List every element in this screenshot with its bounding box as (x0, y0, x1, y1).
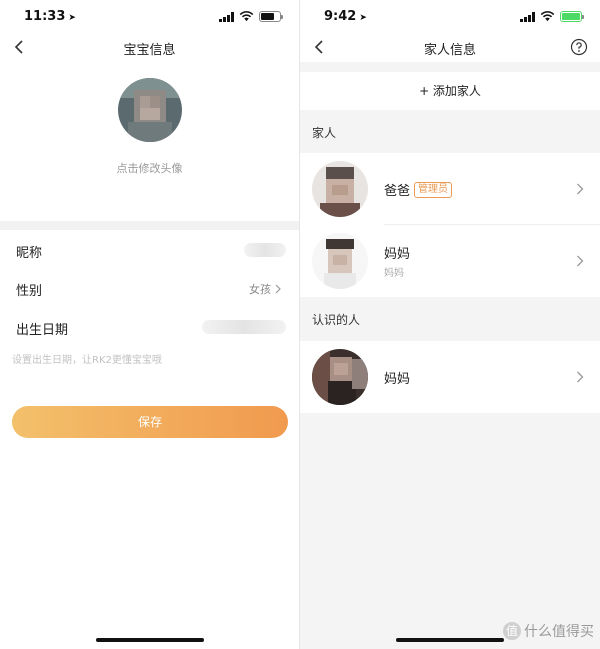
battery-icon (259, 11, 283, 22)
family-member-row[interactable]: 妈妈 妈妈 (300, 225, 600, 297)
avatar (312, 349, 368, 405)
home-indicator (96, 638, 204, 642)
page-title: 宝宝信息 (123, 43, 176, 58)
nickname-value[interactable] (244, 243, 286, 257)
location-arrow-icon: ➤ (359, 13, 367, 23)
chevron-right-icon (577, 255, 584, 267)
known-person-row[interactable]: 妈妈 (300, 341, 600, 413)
signal-icon (219, 11, 234, 22)
member-relation: 妈妈 (384, 268, 404, 279)
watermark: 值 什么值得买 (503, 621, 594, 641)
change-avatar-hint[interactable]: 点击修改头像 (0, 160, 299, 176)
birthday-label: 出生日期 (16, 323, 69, 338)
status-time: 11:33 ➤ (24, 9, 76, 24)
page-title: 家人信息 (423, 43, 476, 58)
navigation-bar: 家人信息 (300, 34, 600, 62)
nickname-label: 昵称 (16, 246, 43, 261)
avatar (312, 161, 368, 217)
wifi-icon (540, 11, 555, 22)
chevron-right-icon (577, 371, 584, 383)
family-section-title: 家人 (312, 126, 337, 140)
watermark-text: 什么值得买 (524, 624, 594, 640)
avatar (312, 233, 368, 289)
signal-icon (520, 11, 535, 22)
watermark-logo: 值 (503, 622, 521, 640)
member-name: 妈妈 (384, 247, 411, 262)
status-bar: 9:42 ➤ (300, 0, 600, 34)
chevron-right-icon (275, 284, 281, 294)
avatar-image (118, 78, 182, 142)
home-indicator (396, 638, 504, 642)
member-name: 爸爸 (384, 184, 411, 199)
gender-selector[interactable]: 女孩 (249, 281, 281, 297)
birthday-hint: 设置出生日期，让RK2更懂宝宝哦 (12, 355, 162, 366)
section-divider (0, 221, 299, 230)
family-info-screen: 9:42 ➤ 家人信息 + 添加家人 家人 爸爸 管理员 妈妈 妈妈 认识的人 … (300, 0, 600, 649)
birthday-value[interactable] (202, 320, 286, 334)
family-member-row[interactable]: 爸爸 管理员 (300, 153, 600, 225)
gender-label: 性别 (16, 284, 43, 299)
status-bar: 11:33 ➤ (0, 0, 299, 34)
location-arrow-icon: ➤ (68, 13, 76, 23)
known-people-section-title: 认识的人 (312, 313, 361, 327)
admin-badge: 管理员 (414, 181, 453, 198)
baby-avatar[interactable] (118, 78, 182, 142)
battery-icon (560, 11, 584, 22)
add-family-member-button[interactable]: + 添加家人 (300, 72, 600, 110)
navigation-bar: 宝宝信息 (0, 34, 299, 62)
wifi-icon (239, 11, 254, 22)
save-button[interactable]: 保存 (12, 406, 288, 438)
status-time: 9:42 ➤ (324, 9, 367, 24)
member-name: 妈妈 (384, 372, 411, 387)
gender-value: 女孩 (249, 283, 271, 296)
help-circle-icon[interactable] (570, 38, 588, 56)
chevron-right-icon (577, 183, 584, 195)
baby-info-screen: 11:33 ➤ 宝宝信息 点击修改头像 昵称 性别 女孩 出生日期 设置出生日期，… (0, 0, 299, 649)
